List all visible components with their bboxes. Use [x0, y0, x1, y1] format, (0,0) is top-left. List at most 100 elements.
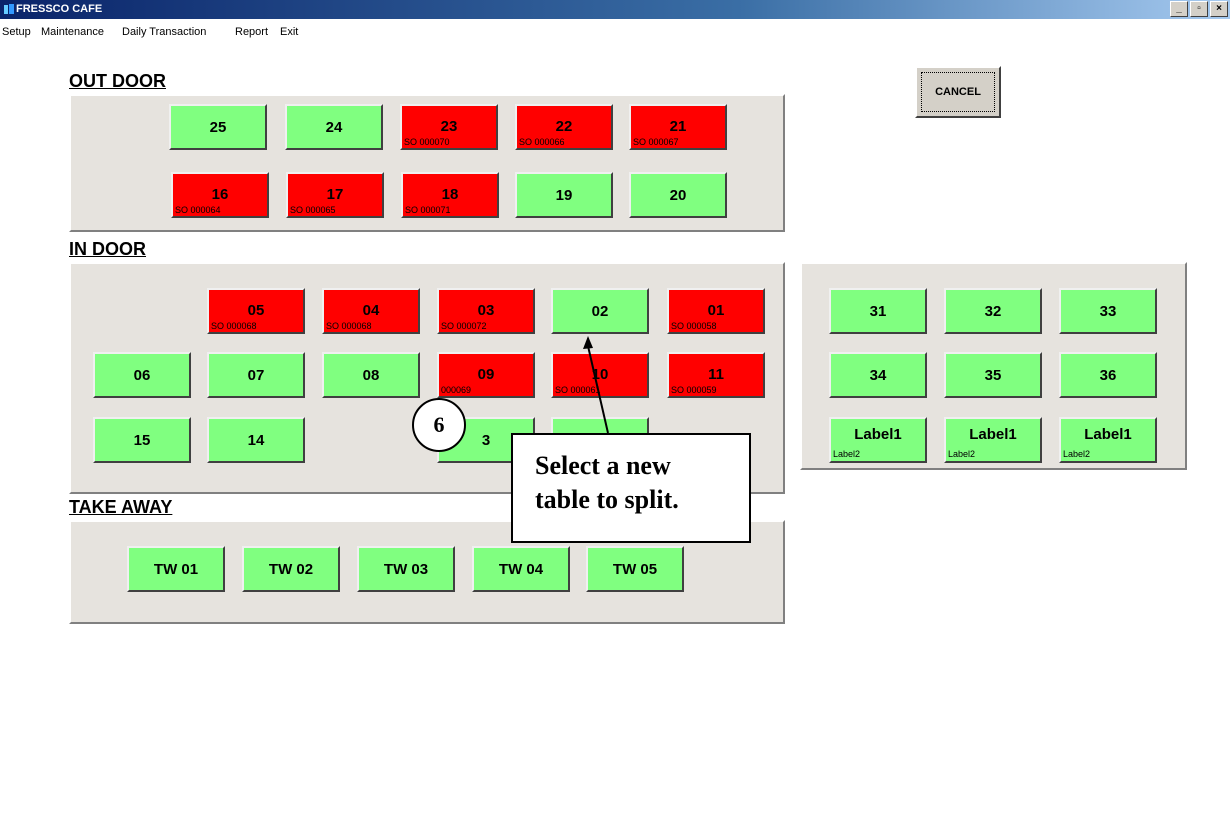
- order-number: 000069: [441, 385, 472, 395]
- table-number: 25: [209, 119, 227, 136]
- table-number: 10: [591, 366, 609, 383]
- outdoor-table-button[interactable]: 16 SO 000064: [171, 172, 269, 218]
- takeaway-table-button[interactable]: TW 04: [472, 546, 570, 592]
- indoor-table-button[interactable]: 09 000069: [437, 352, 535, 398]
- menu-exit[interactable]: Exit: [280, 26, 298, 38]
- order-number: SO 000068: [326, 321, 372, 331]
- outdoor-table-button[interactable]: 20: [629, 172, 727, 218]
- order-number: Label2: [1063, 449, 1091, 459]
- outdoor-table-button[interactable]: 25: [169, 104, 267, 150]
- indoor-table-button[interactable]: 07: [207, 352, 305, 398]
- order-number: SO 000059: [671, 385, 717, 395]
- table-number: 02: [591, 303, 609, 320]
- table-number: TW 04: [498, 561, 544, 578]
- indoor-table-button[interactable]: 14: [207, 417, 305, 463]
- side-table-button[interactable]: 33: [1059, 288, 1157, 334]
- callout-box: Select a new table to split.: [511, 433, 751, 543]
- table-number: 36: [1099, 367, 1117, 384]
- indoor-table-button[interactable]: 15: [93, 417, 191, 463]
- indoor-section-label: IN DOOR: [69, 239, 147, 259]
- side-table-button[interactable]: Label1 Label2: [944, 417, 1042, 463]
- table-number: 34: [869, 367, 887, 384]
- table-number: Label1: [854, 426, 902, 443]
- outdoor-table-button[interactable]: 22 SO 000066: [515, 104, 613, 150]
- table-number: TW 01: [153, 561, 199, 578]
- table-number: 04: [362, 302, 380, 319]
- table-number: TW 05: [612, 561, 658, 578]
- menu-maintenance[interactable]: Maintenance: [41, 26, 104, 38]
- side-table-button[interactable]: 31: [829, 288, 927, 334]
- table-number: 33: [1099, 303, 1117, 320]
- table-number: 07: [247, 367, 265, 384]
- table-number: 18: [441, 186, 459, 203]
- table-number: 20: [669, 187, 687, 204]
- table-number: 01: [707, 302, 725, 319]
- table-number: Label1: [969, 426, 1017, 443]
- table-number: 11: [708, 366, 724, 383]
- outdoor-table-button[interactable]: 24: [285, 104, 383, 150]
- indoor-table-button[interactable]: 04 SO 000068: [322, 288, 420, 334]
- table-number: 17: [326, 186, 344, 203]
- table-number: 15: [133, 432, 151, 449]
- table-number: 35: [984, 367, 1002, 384]
- side-table-button[interactable]: 35: [944, 352, 1042, 398]
- order-number: SO 000067: [633, 137, 679, 147]
- order-number: SO 000058: [671, 321, 717, 331]
- outdoor-table-button[interactable]: 19: [515, 172, 613, 218]
- menu-setup[interactable]: Setup: [2, 26, 31, 38]
- table-number: 22: [555, 118, 573, 135]
- outdoor-table-button[interactable]: 23 SO 000070: [400, 104, 498, 150]
- takeaway-table-button[interactable]: TW 01: [127, 546, 225, 592]
- indoor-table-button[interactable]: 05 SO 000068: [207, 288, 305, 334]
- order-number: SO 000066: [519, 137, 565, 147]
- table-number: TW 03: [383, 561, 429, 578]
- side-table-button[interactable]: Label1 Label2: [1059, 417, 1157, 463]
- callout-line1: Select a new: [535, 451, 671, 480]
- indoor-table-button[interactable]: 02: [551, 288, 649, 334]
- focus-rect: [921, 72, 995, 112]
- side-table-button[interactable]: Label1 Label2: [829, 417, 927, 463]
- order-number: SO 000070: [404, 137, 450, 147]
- takeaway-table-button[interactable]: TW 05: [586, 546, 684, 592]
- order-number: Label2: [833, 449, 861, 459]
- side-table-button[interactable]: 36: [1059, 352, 1157, 398]
- side-table-button[interactable]: 32: [944, 288, 1042, 334]
- outdoor-section-label: OUT DOOR: [69, 71, 166, 91]
- takeaway-table-button[interactable]: TW 02: [242, 546, 340, 592]
- table-number: 31: [869, 303, 887, 320]
- indoor-table-button[interactable]: 03 SO 000072: [437, 288, 535, 334]
- table-number: 32: [984, 303, 1002, 320]
- title-bar: FRESSCO CAFE _ ▫ ×: [0, 0, 1230, 19]
- menu-daily-transaction[interactable]: Daily Transaction: [122, 26, 206, 38]
- outdoor-table-button[interactable]: 17 SO 000065: [286, 172, 384, 218]
- table-number: 24: [325, 119, 343, 136]
- table-number: 08: [362, 367, 380, 384]
- close-button[interactable]: ×: [1210, 1, 1228, 17]
- table-number: 23: [440, 118, 458, 135]
- minimize-button[interactable]: _: [1170, 1, 1188, 17]
- indoor-table-button[interactable]: 06: [93, 352, 191, 398]
- window-title: FRESSCO CAFE: [16, 3, 103, 15]
- indoor-table-button[interactable]: 10 SO 000061: [551, 352, 649, 398]
- outdoor-table-button[interactable]: 21 SO 000067: [629, 104, 727, 150]
- app-icon: [4, 4, 14, 14]
- side-table-button[interactable]: 34: [829, 352, 927, 398]
- step-number-badge: 6: [412, 398, 466, 452]
- table-number: 19: [555, 187, 573, 204]
- order-number: SO 000072: [441, 321, 487, 331]
- table-number: 09: [477, 366, 495, 383]
- indoor-table-button[interactable]: 11 SO 000059: [667, 352, 765, 398]
- order-number: SO 000068: [211, 321, 257, 331]
- outdoor-table-button[interactable]: 18 SO 000071: [401, 172, 499, 218]
- order-number: SO 000071: [405, 205, 451, 215]
- table-number: 06: [133, 367, 151, 384]
- cancel-button[interactable]: CANCEL: [915, 66, 1001, 118]
- table-number: TW 02: [268, 561, 314, 578]
- indoor-table-button[interactable]: 01 SO 000058: [667, 288, 765, 334]
- order-number: SO 000065: [290, 205, 336, 215]
- maximize-button[interactable]: ▫: [1190, 1, 1208, 17]
- table-number: 21: [669, 118, 687, 135]
- takeaway-table-button[interactable]: TW 03: [357, 546, 455, 592]
- menu-report[interactable]: Report: [235, 26, 268, 38]
- indoor-table-button[interactable]: 08: [322, 352, 420, 398]
